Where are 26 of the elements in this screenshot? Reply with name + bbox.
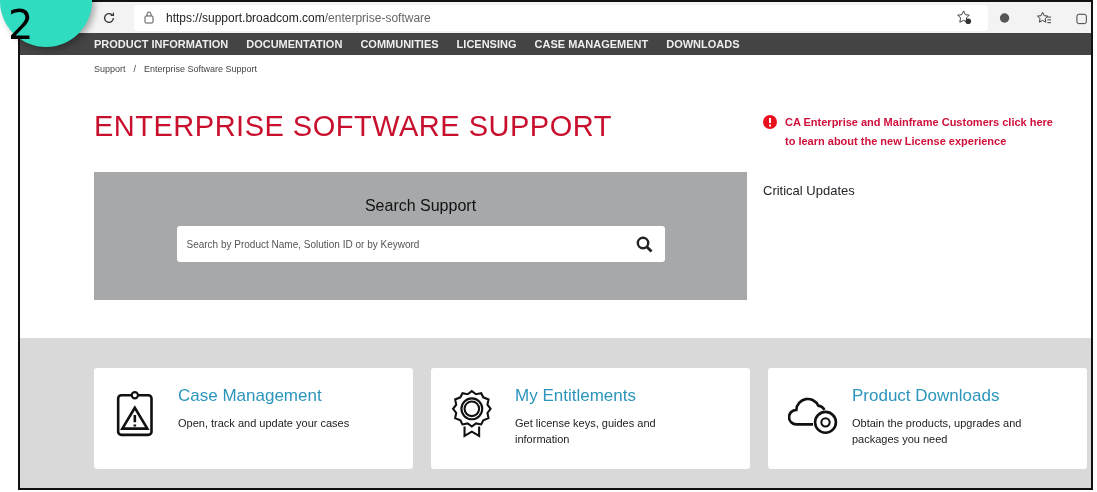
feature-card[interactable]: My Entitlements Get license keys, guides and information [431,368,750,469]
nav-link[interactable]: PRODUCT INFORMATION [94,35,229,53]
nav-link[interactable]: CASE MANAGEMENT [534,35,649,53]
url-text: https://support.broadcom.com/enterprise-software [166,9,431,27]
license-notice-link[interactable]: CA Enterprise and Mainframe Customers click here to learn about the new License experience [785,113,1053,151]
breadcrumb-separator: / [133,63,137,76]
nav-link[interactable]: COMMUNITIES [360,35,439,53]
nav-link[interactable]: DOWNLOADS [666,35,740,53]
feature-card[interactable]: Case Management Open, track and update your cases [94,368,413,469]
card-title: Case Management [178,386,323,407]
search-field[interactable]: Search by Product Name, Solution ID or by Keyword [176,226,665,262]
search-heading: Search Support [364,196,477,216]
breadcrumb-link[interactable]: Support [94,63,126,77]
feature-card[interactable]: Product Downloads Obtain the products, upgrades and packages you need [768,368,1087,469]
step-number: 2 [8,2,34,48]
page-title: ENTERPRISE SOFTWARE SUPPORT [94,108,613,144]
card-description: Open, track and update your cases [178,416,350,432]
section-heading: Critical Updates [763,182,856,200]
card-description: Get license keys, guides and information [515,416,657,447]
card-description: Obtain the products, upgrades and packages you need [852,416,1023,447]
address-bar[interactable]: https://support.broadcom.com/enterprise-software [134,4,988,31]
nav-link[interactable]: DOCUMENTATION [246,35,343,53]
card-title: My Entitlements [515,386,637,407]
breadcrumb-link[interactable]: Enterprise Software Support [144,63,258,77]
card-title: Product Downloads [852,386,1001,407]
nav-link[interactable]: LICENSING [456,35,517,53]
